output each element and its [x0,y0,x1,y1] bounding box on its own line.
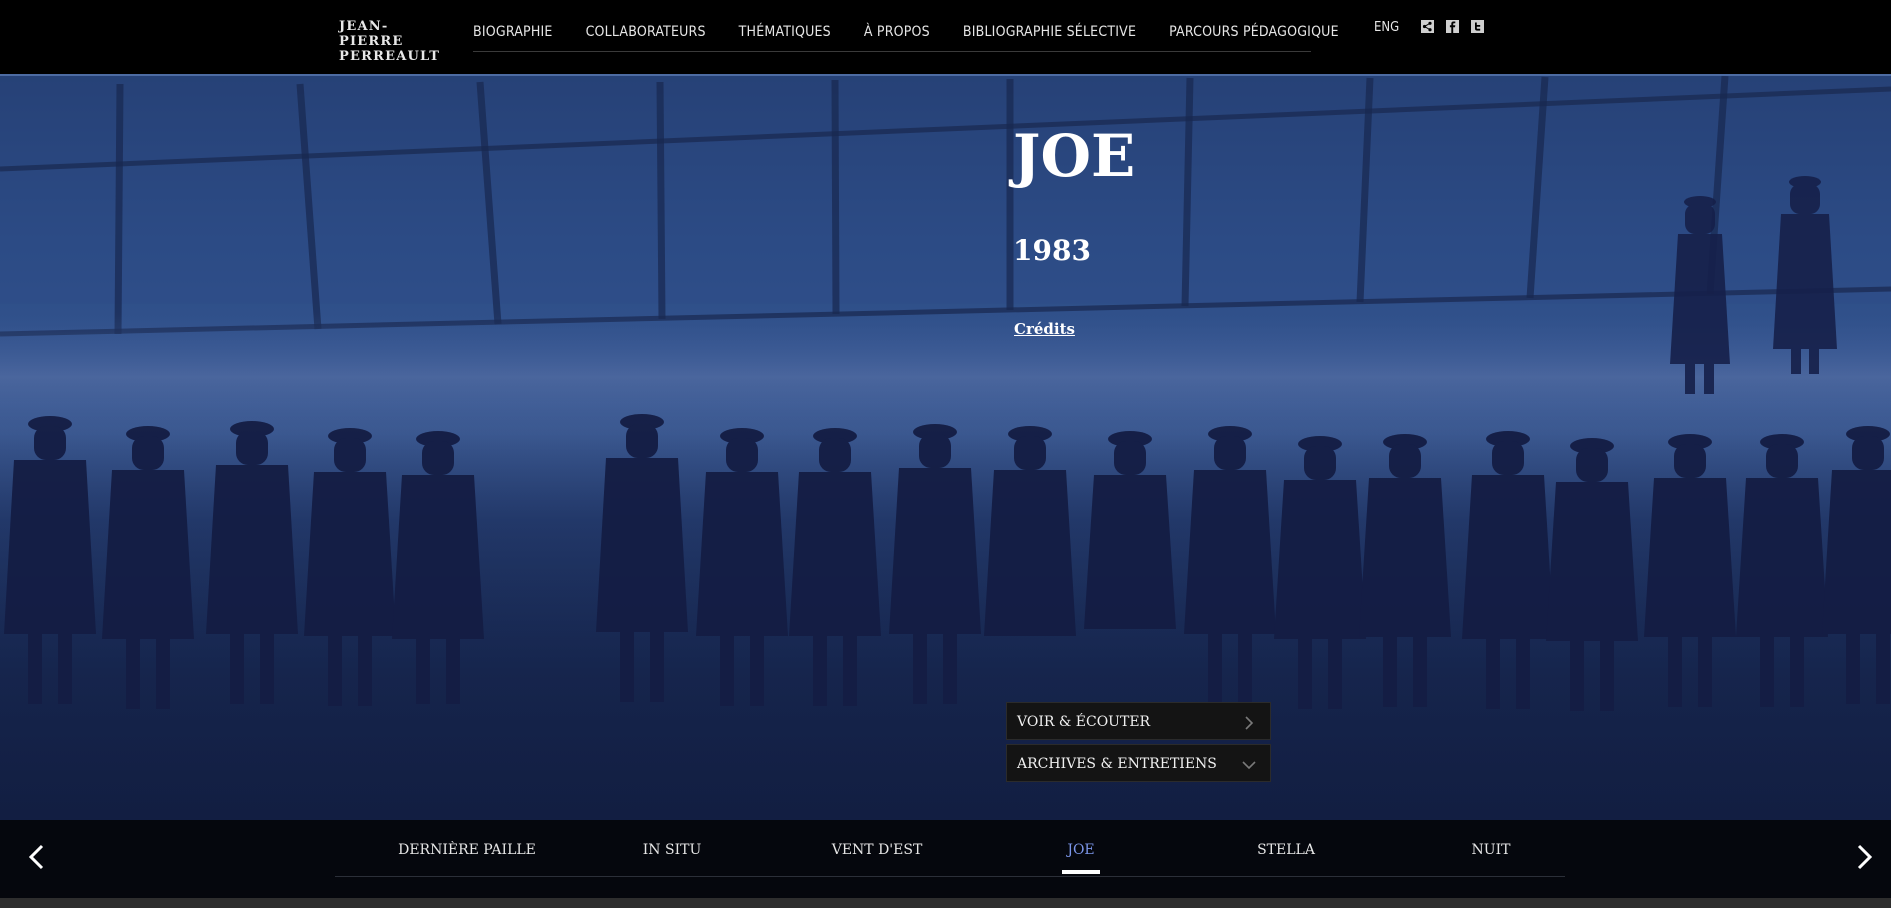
chevron-right-icon [1242,715,1256,734]
chevron-right-icon[interactable] [1849,842,1879,872]
carousel-item-derniere-paille[interactable]: DERNIÈRE PAILLE [398,842,536,858]
logo-line-1: JEAN-PIERRE [339,19,404,49]
nav-item-biographie[interactable]: BIOGRAPHIE [473,24,553,40]
footer-strip [0,898,1891,908]
nav-item-thematiques[interactable]: THÉMATIQUES [739,24,831,40]
language-switch[interactable]: ENG [1374,20,1399,35]
carousel-item-in-situ[interactable]: IN SITU [643,842,702,858]
nav-item-a-propos[interactable]: À PROPOS [864,24,930,40]
carousel-item-joe[interactable]: JOE [1067,842,1094,858]
hero-background-image [0,74,1891,820]
hero-top-line [0,74,1891,76]
carousel-item-stella[interactable]: STELLA [1257,842,1315,858]
production-carousel: DERNIÈRE PAILLE IN SITU VENT D'EST JOE S… [0,820,1891,898]
page-title: JOE [1013,122,1136,190]
twitter-icon[interactable] [1471,20,1484,33]
nav-item-bibliographie[interactable]: BIBLIOGRAPHIE SÉLECTIVE [963,24,1136,40]
voir-ecouter-label: VOIR & ÉCOUTER [1017,714,1151,730]
main-nav: BIOGRAPHIE COLLABORATEURS THÉMATIQUES À … [473,12,1339,52]
carousel-item-nuit[interactable]: NUIT [1472,842,1511,858]
facebook-icon[interactable] [1446,20,1459,33]
active-item-indicator [1062,870,1100,874]
archives-entretiens-label: ARCHIVES & ENTRETIENS [1017,756,1217,772]
archives-entretiens-button[interactable]: ARCHIVES & ENTRETIENS [1006,744,1271,782]
credits-link[interactable]: Crédits [1014,320,1075,338]
logo-line-2: PERREAULT [339,49,441,64]
chevron-down-icon [1242,757,1256,776]
nav-item-parcours-pedagogique[interactable]: PARCOURS PÉDAGOGIQUE [1169,24,1339,40]
voir-ecouter-button[interactable]: VOIR & ÉCOUTER [1006,702,1271,740]
site-logo[interactable]: JEAN-PIERRE PERREAULT [339,19,449,64]
share-icon[interactable] [1421,20,1434,33]
carousel-item-vent-d-est[interactable]: VENT D'EST [832,842,923,858]
chevron-left-icon[interactable] [22,842,52,872]
site-header: JEAN-PIERRE PERREAULT BIOGRAPHIE COLLABO… [0,0,1891,74]
carousel-track: DERNIÈRE PAILLE IN SITU VENT D'EST JOE S… [335,820,1565,877]
hero-section: JOE 1983 Crédits VOIR & ÉCOUTER ARCHIVES… [0,74,1891,820]
nav-item-collaborateurs[interactable]: COLLABORATEURS [586,24,706,40]
production-year: 1983 [1013,234,1091,267]
